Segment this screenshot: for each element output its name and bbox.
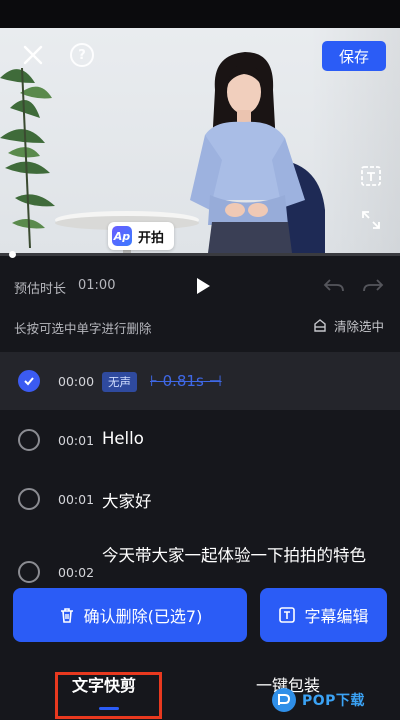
- text-edit-icon: [279, 607, 296, 623]
- subtitle-edit-button[interactable]: 字幕编辑: [260, 588, 387, 642]
- app-logo-mark: Ap: [112, 226, 132, 246]
- item-text[interactable]: 今天带大家一起体验一下拍拍的特色: [102, 542, 366, 566]
- watermark-logo-icon: [272, 688, 296, 712]
- delete-hint-text: 长按可选中单字进行删除: [14, 321, 152, 336]
- redo-icon[interactable]: [362, 277, 384, 295]
- list-item[interactable]: 00:01 Hello: [0, 410, 400, 468]
- undo-icon[interactable]: [323, 277, 345, 295]
- playback-controls-row: 预估时长 01:00: [0, 270, 400, 302]
- checkbox[interactable]: [18, 488, 40, 510]
- watermark-text: POP下载: [302, 693, 365, 709]
- save-button[interactable]: 保存: [322, 41, 386, 71]
- item-time: 00:01: [58, 492, 95, 507]
- highlight-annotation-box: [55, 672, 162, 719]
- checkbox[interactable]: [18, 561, 40, 583]
- item-text[interactable]: Hello: [102, 429, 144, 448]
- silent-badge: 无声: [102, 372, 137, 392]
- estimate-label: 预估时长: [14, 282, 67, 297]
- list-item[interactable]: 00:01 大家好: [0, 468, 400, 526]
- clear-selection-button[interactable]: 清除选中: [312, 314, 384, 336]
- check-icon: [24, 377, 34, 386]
- watermark: POP下载: [270, 680, 398, 720]
- list-item[interactable]: 00:02 今天带大家一起体验一下拍拍的特色: [0, 528, 400, 592]
- fullscreen-icon[interactable]: [360, 209, 382, 231]
- eraser-icon: [314, 319, 326, 332]
- item-text[interactable]: 大家好: [102, 488, 152, 512]
- app-logo-badge: Ap 开拍: [108, 222, 174, 250]
- item-time: 00:00: [58, 374, 95, 389]
- item-time: 00:01: [58, 433, 95, 448]
- help-icon[interactable]: ?: [70, 43, 94, 67]
- status-bar: [0, 0, 400, 28]
- confirm-delete-label: 确认删除(已选7): [83, 607, 203, 626]
- subtitle-list[interactable]: 00:00 无声 ⊦ 0.81s ⊣ 00:01 Hello 00:01 大家好…: [0, 352, 400, 592]
- subtitle-edit-label: 字幕编辑: [304, 607, 369, 626]
- subtitle-toggle-icon[interactable]: [360, 165, 382, 187]
- confirm-delete-button[interactable]: 确认删除(已选7): [13, 588, 247, 642]
- estimate-value: 01:00: [78, 278, 116, 293]
- trash-icon: [60, 608, 73, 623]
- clear-selection-label: 清除选中: [334, 318, 385, 334]
- item-time: 00:02: [58, 565, 95, 580]
- close-icon[interactable]: [20, 42, 46, 68]
- list-item[interactable]: 00:00 无声 ⊦ 0.81s ⊣: [0, 352, 400, 410]
- app-logo-text: 开拍: [138, 230, 165, 246]
- video-progress-bar[interactable]: [0, 251, 400, 258]
- play-icon[interactable]: [192, 276, 212, 296]
- progress-knob[interactable]: [9, 251, 16, 258]
- checkbox-checked[interactable]: [18, 370, 40, 392]
- checkbox[interactable]: [18, 429, 40, 451]
- silence-duration: ⊦ 0.81s ⊣: [150, 372, 222, 390]
